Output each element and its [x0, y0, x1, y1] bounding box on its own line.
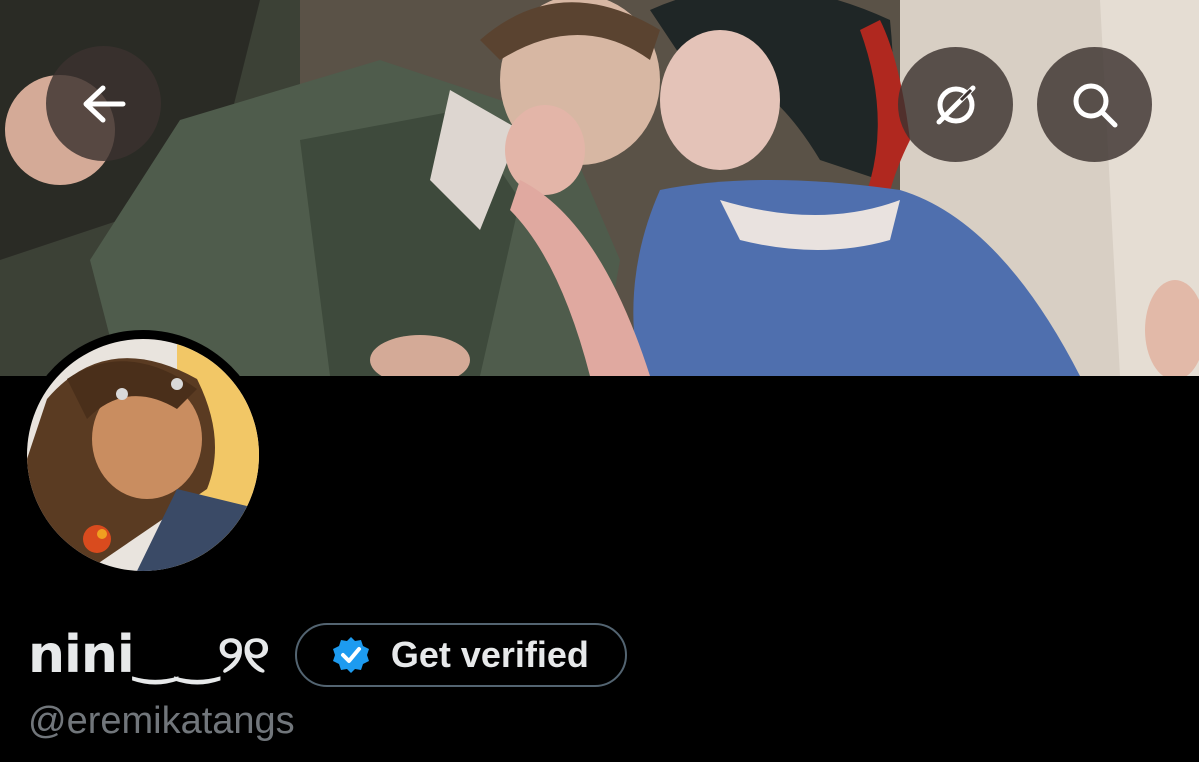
banner-image	[0, 0, 1199, 376]
display-name: nini‿‿୨୧	[28, 624, 270, 685]
profile-name-row: nini‿‿୨୧ Get verified	[28, 620, 627, 690]
get-verified-label: Get verified	[390, 634, 589, 675]
user-handle: @eremikatangs	[28, 700, 295, 742]
arrow-left-icon	[83, 85, 125, 122]
search-button[interactable]	[1037, 47, 1152, 162]
profile-banner[interactable]	[0, 0, 1199, 376]
get-verified-button[interactable]: Get verified	[294, 623, 627, 687]
avatar-image	[27, 339, 259, 571]
avatar[interactable]	[27, 339, 259, 571]
back-button[interactable]	[46, 46, 161, 161]
grok-icon	[936, 85, 975, 124]
avatar-border	[18, 330, 268, 580]
grok-button[interactable]	[898, 47, 1013, 162]
search-icon	[1073, 83, 1117, 127]
verified-badge-icon	[332, 637, 369, 673]
